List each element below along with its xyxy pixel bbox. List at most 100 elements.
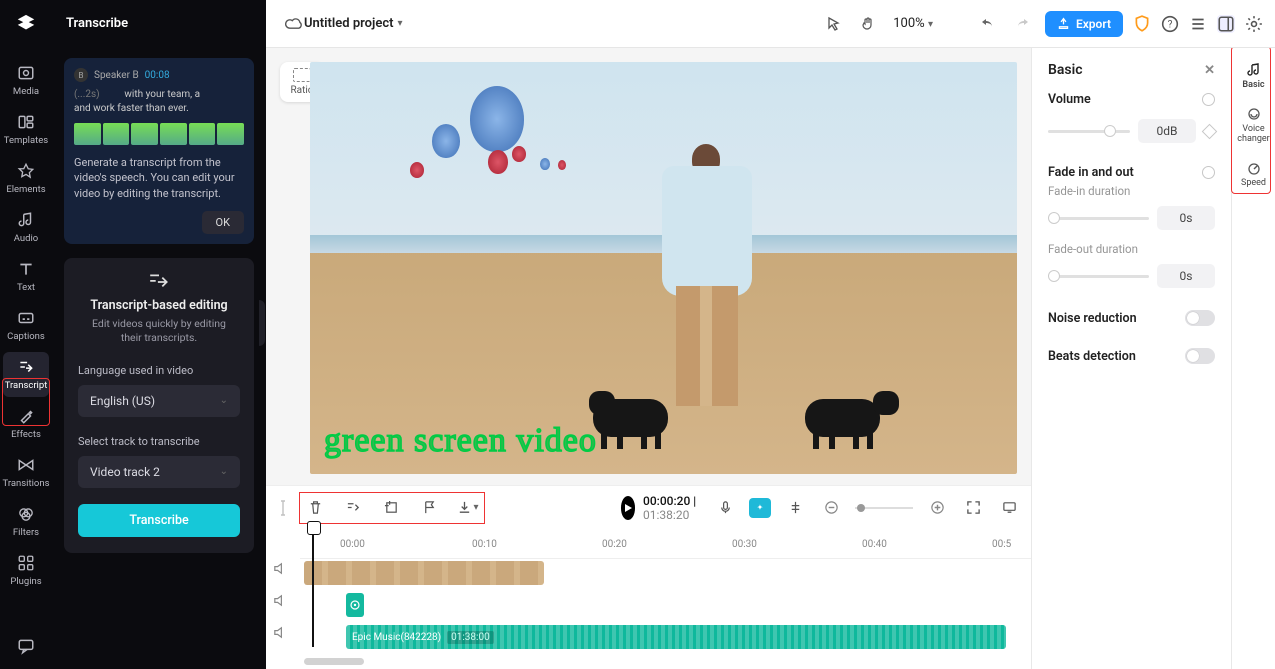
auto-cut-icon[interactable] [342, 496, 366, 520]
timeline-ruler[interactable]: 00:00 00:10 00:20 00:30 00:40 00:5 [300, 535, 1031, 559]
playhead[interactable] [312, 529, 314, 647]
video-clip[interactable] [304, 561, 544, 585]
volume-slider[interactable] [1048, 130, 1130, 133]
reset-icon[interactable] [1202, 166, 1215, 179]
panel-collapse-handle[interactable] [259, 300, 265, 346]
speaker-label: Speaker B [94, 70, 139, 81]
queue-icon[interactable] [1189, 15, 1207, 33]
panel-title: Basic [1048, 62, 1083, 78]
speaker-timestamp: 00:08 [145, 70, 170, 81]
gear-icon[interactable] [1245, 15, 1263, 33]
fullscreen-icon[interactable] [961, 496, 985, 520]
rail-speed[interactable]: Speed [1236, 156, 1272, 194]
transcript-card-title: Transcript-based editing [78, 298, 240, 313]
keyframe-icon[interactable] [1202, 123, 1218, 139]
zoom-slider[interactable] [855, 507, 913, 509]
undo-icon[interactable] [979, 15, 997, 33]
help-icon[interactable]: ? [1161, 15, 1179, 33]
zoom-out-icon[interactable] [819, 496, 843, 520]
close-icon[interactable]: ✕ [1204, 63, 1215, 78]
chevron-down-icon: ⌄ [220, 466, 228, 477]
volume-label: Volume [1048, 92, 1091, 107]
noise-toggle[interactable] [1185, 310, 1215, 326]
zoom-level[interactable]: 100% ▾ [893, 16, 933, 31]
fade-in-label: Fade-in duration [1048, 184, 1215, 198]
download-icon[interactable]: ▾ [456, 496, 480, 520]
timeline-scrollbar[interactable] [300, 655, 1031, 667]
properties-panel: Basic ✕ Volume 0dB Fade in and out Fade-… [1031, 48, 1231, 669]
auto-chip-icon[interactable]: ✦ [749, 498, 771, 518]
language-select[interactable]: English (US)⌄ [78, 385, 240, 417]
hand-icon[interactable] [859, 15, 877, 33]
fade-out-value[interactable]: 0s [1157, 264, 1215, 288]
chevron-down-icon: ⌄ [220, 395, 228, 406]
nav-media[interactable]: Media [3, 58, 49, 103]
nav-filters[interactable]: Filters [3, 499, 49, 544]
text-cursor-icon[interactable] [276, 496, 291, 520]
app-logo[interactable] [0, 0, 52, 48]
audio-clip[interactable]: Epic Music(842228) 01:38:00 [346, 625, 1006, 649]
volume-value[interactable]: 0dB [1138, 119, 1196, 143]
speaker-avatar-icon: B [74, 68, 88, 82]
speaker-icon[interactable] [272, 593, 290, 608]
nav-captions[interactable]: Captions [3, 303, 49, 348]
nav-plugins[interactable]: Plugins [3, 548, 49, 593]
delete-icon[interactable] [304, 496, 328, 520]
left-panel-title: Transcribe [52, 0, 266, 48]
zoom-in-icon[interactable] [925, 496, 949, 520]
reset-icon[interactable] [1202, 93, 1215, 106]
beats-toggle[interactable] [1185, 348, 1215, 364]
play-button[interactable] [621, 496, 636, 520]
mic-icon[interactable] [713, 496, 737, 520]
nav-effects[interactable]: Effects [3, 401, 49, 446]
cloud-icon[interactable] [284, 16, 304, 32]
highlight-box: ▾ [299, 492, 485, 524]
transcript-card-subtitle: Edit videos quickly by editing their tra… [78, 317, 240, 345]
transcribe-button[interactable]: Transcribe [78, 504, 240, 537]
flag-icon[interactable] [418, 496, 442, 520]
chevron-down-icon[interactable]: ▾ [397, 18, 402, 29]
fade-out-slider[interactable] [1048, 275, 1149, 278]
tip-card: B Speaker B 00:08 (...2s) with your team… [64, 58, 254, 244]
project-name[interactable]: Untitled project [304, 16, 393, 31]
nav-audio[interactable]: Audio [3, 205, 49, 250]
fade-label: Fade in and out [1048, 165, 1134, 180]
nav-templates[interactable]: Templates [3, 107, 49, 152]
nav-transcript[interactable]: Transcript [3, 352, 49, 397]
right-rail: Basic Voicechanger Speed [1231, 48, 1275, 669]
caption-overlay: green screen video [324, 422, 597, 460]
tip-description: Generate a transcript from the video's s… [74, 155, 244, 201]
rail-voice-changer[interactable]: Voicechanger [1236, 102, 1272, 150]
rail-basic[interactable]: Basic [1236, 58, 1272, 96]
beats-label: Beats detection [1048, 349, 1136, 364]
language-label: Language used in video [78, 364, 240, 377]
redo-icon [1013, 15, 1031, 33]
nav-rail: Media Templates Elements Audio Text Capt… [0, 48, 52, 669]
nav-text[interactable]: Text [3, 254, 49, 299]
track-select[interactable]: Video track 2⌄ [78, 456, 240, 488]
marker-clip[interactable] [346, 593, 364, 617]
shield-icon[interactable] [1133, 15, 1151, 33]
duration: 01:38:20 [643, 508, 689, 522]
noise-label: Noise reduction [1048, 311, 1137, 326]
fade-out-label: Fade-out duration [1048, 242, 1215, 256]
nav-elements[interactable]: Elements [3, 156, 49, 201]
speaker-icon[interactable] [272, 625, 290, 640]
timeline[interactable]: 00:00 00:10 00:20 00:30 00:40 00:5 Epic … [266, 529, 1031, 669]
nav-transitions[interactable]: Transitions [3, 450, 49, 495]
fade-in-slider[interactable] [1048, 217, 1149, 220]
crop-icon[interactable] [380, 496, 404, 520]
transcribe-panel: B Speaker B 00:08 (...2s) with your team… [52, 48, 266, 669]
cursor-icon[interactable] [825, 15, 843, 33]
track-label: Select track to transcribe [78, 435, 240, 448]
split-icon[interactable] [783, 496, 807, 520]
fade-in-value[interactable]: 0s [1157, 206, 1215, 230]
speaker-icon[interactable] [272, 561, 290, 576]
layout-icon[interactable] [1217, 15, 1235, 33]
nav-feedback[interactable] [3, 631, 49, 669]
current-time: 00:00:20 [643, 494, 690, 508]
preview-mode-icon[interactable] [997, 496, 1021, 520]
export-button[interactable]: Export [1045, 11, 1123, 37]
tip-ok-button[interactable]: OK [202, 211, 244, 234]
video-preview[interactable]: green screen video [310, 62, 1017, 474]
